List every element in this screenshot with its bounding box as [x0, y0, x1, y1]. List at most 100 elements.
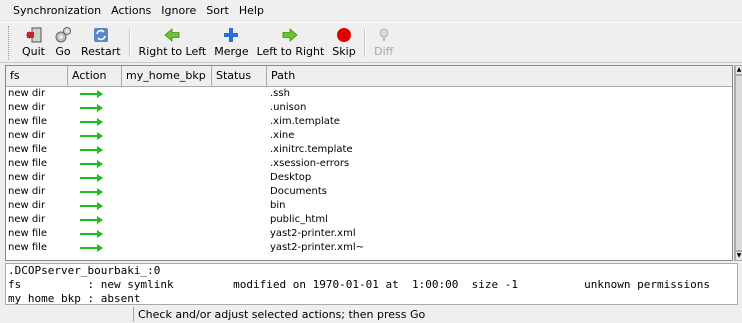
table-row[interactable]: new dir .unison — [6, 101, 732, 115]
table-row[interactable]: new file yast2-printer.xml — [6, 227, 732, 241]
merge-icon — [221, 25, 241, 44]
table-row[interactable]: new dir .ssh — [6, 87, 732, 101]
toolbar-grip[interactable] — [8, 26, 12, 60]
row-my-home-bkp — [122, 213, 212, 227]
left-to-right-label: Left to Right — [256, 45, 325, 58]
diff-label: Diff — [374, 45, 394, 58]
row-path: .xine — [270, 130, 295, 141]
arrow-right-icon — [80, 216, 103, 224]
row-action[interactable] — [68, 129, 122, 143]
right-to-left-button[interactable]: Right to Left — [135, 23, 211, 63]
row-action[interactable] — [68, 115, 122, 129]
row-path: bin — [270, 200, 286, 211]
menu-bar: Synchronization Actions Ignore Sort Help — [0, 0, 742, 22]
row-fs-status: new file — [8, 116, 48, 127]
menu-synchronization[interactable]: Synchronization — [8, 1, 106, 21]
arrow-right-icon — [280, 25, 300, 44]
table-row[interactable]: new file .xinitrc.template — [6, 143, 732, 157]
arrow-right-icon — [80, 174, 103, 182]
menu-help[interactable]: Help — [234, 1, 269, 21]
row-fs-status: new file — [8, 144, 48, 155]
menu-actions[interactable]: Actions — [106, 1, 156, 21]
row-action[interactable] — [68, 143, 122, 157]
restart-icon — [91, 25, 111, 44]
quit-button[interactable]: Quit — [18, 23, 49, 63]
row-my-home-bkp — [122, 199, 212, 213]
row-path: .xsession-errors — [270, 158, 350, 169]
row-action[interactable] — [68, 157, 122, 171]
row-my-home-bkp — [122, 185, 212, 199]
diff-button[interactable]: Diff — [370, 23, 398, 63]
row-action[interactable] — [68, 185, 122, 199]
column-header-action[interactable]: Action — [68, 66, 122, 87]
row-action[interactable] — [68, 87, 122, 101]
row-status — [212, 143, 267, 157]
row-action[interactable] — [68, 227, 122, 241]
row-path: public_html — [270, 214, 328, 225]
column-header-fs[interactable]: fs — [6, 66, 68, 87]
column-header-path[interactable]: Path — [267, 66, 732, 87]
status-bar: Check and/or adjust selected actions; th… — [0, 306, 742, 323]
row-my-home-bkp — [122, 101, 212, 115]
menu-ignore[interactable]: Ignore — [156, 1, 201, 21]
row-action[interactable] — [68, 213, 122, 227]
row-my-home-bkp — [122, 157, 212, 171]
row-my-home-bkp — [122, 87, 212, 101]
table-row[interactable]: new file yast2-printer.xml~ — [6, 241, 732, 255]
row-fs-status: new file — [8, 242, 48, 253]
right-to-left-label: Right to Left — [138, 45, 207, 58]
row-my-home-bkp — [122, 115, 212, 129]
table-row[interactable]: new dir Desktop — [6, 171, 732, 185]
scroll-up-icon[interactable]: ▲ — [735, 65, 742, 75]
details-pane: .DCOPserver_bourbaki_:0 fs : new symlink … — [5, 263, 738, 305]
row-action[interactable] — [68, 199, 122, 213]
row-my-home-bkp — [122, 143, 212, 157]
table-row[interactable]: new file .xsession-errors — [6, 157, 732, 171]
quit-icon — [24, 25, 44, 44]
details-line-my-home-bkp: my_home_bkp : absent — [8, 292, 141, 305]
skip-button[interactable]: Skip — [328, 23, 359, 63]
table-row[interactable]: new dir .xine — [6, 129, 732, 143]
menu-sort[interactable]: Sort — [201, 1, 234, 21]
row-path: .xinitrc.template — [270, 144, 353, 155]
stop-icon — [334, 25, 354, 44]
table-row[interactable]: new dir bin — [6, 199, 732, 213]
row-action[interactable] — [68, 101, 122, 115]
gears-icon — [53, 25, 73, 44]
row-action[interactable] — [68, 241, 122, 255]
table-body: new dir .ssh new dir .unison new file .xim.te… — [6, 87, 732, 255]
column-header-status[interactable]: Status — [212, 66, 267, 87]
toolbar-separator — [363, 29, 366, 57]
row-action[interactable] — [68, 171, 122, 185]
toolbar-separator — [128, 29, 131, 57]
row-status — [212, 115, 267, 129]
scrollbar-thumb[interactable] — [735, 75, 742, 251]
scroll-down-icon[interactable]: ▼ — [735, 251, 742, 261]
row-path: yast2-printer.xml~ — [270, 242, 364, 253]
column-header-my-home-bkp[interactable]: my_home_bkp — [122, 66, 212, 87]
table-header: fs Action my_home_bkp Status Path — [6, 66, 732, 87]
restart-button[interactable]: Restart — [77, 23, 125, 63]
left-to-right-button[interactable]: Left to Right — [253, 23, 329, 63]
row-fs-status: new dir — [8, 200, 46, 211]
arrow-right-icon — [80, 132, 103, 140]
vertical-scrollbar[interactable]: ▲ ▼ — [734, 65, 742, 261]
merge-button[interactable]: Merge — [210, 23, 252, 63]
arrow-right-icon — [80, 188, 103, 196]
skip-label: Skip — [332, 45, 356, 58]
row-path: Desktop — [270, 172, 312, 183]
table-row[interactable]: new dir Documents — [6, 185, 732, 199]
row-status — [212, 171, 267, 185]
table-row[interactable]: new file .xim.template — [6, 115, 732, 129]
row-fs-status: new dir — [8, 130, 46, 141]
table-row[interactable]: new dir public_html — [6, 213, 732, 227]
row-status — [212, 213, 267, 227]
row-my-home-bkp — [122, 227, 212, 241]
reconciliation-table: fs Action my_home_bkp Status Path new di… — [5, 65, 733, 261]
row-status — [212, 199, 267, 213]
toolbar: Quit Go Restart Right to Left Merge Left… — [0, 22, 742, 63]
row-status — [212, 87, 267, 101]
row-fs-status: new dir — [8, 186, 46, 197]
go-button[interactable]: Go — [49, 23, 77, 63]
row-path: .unison — [270, 102, 307, 113]
